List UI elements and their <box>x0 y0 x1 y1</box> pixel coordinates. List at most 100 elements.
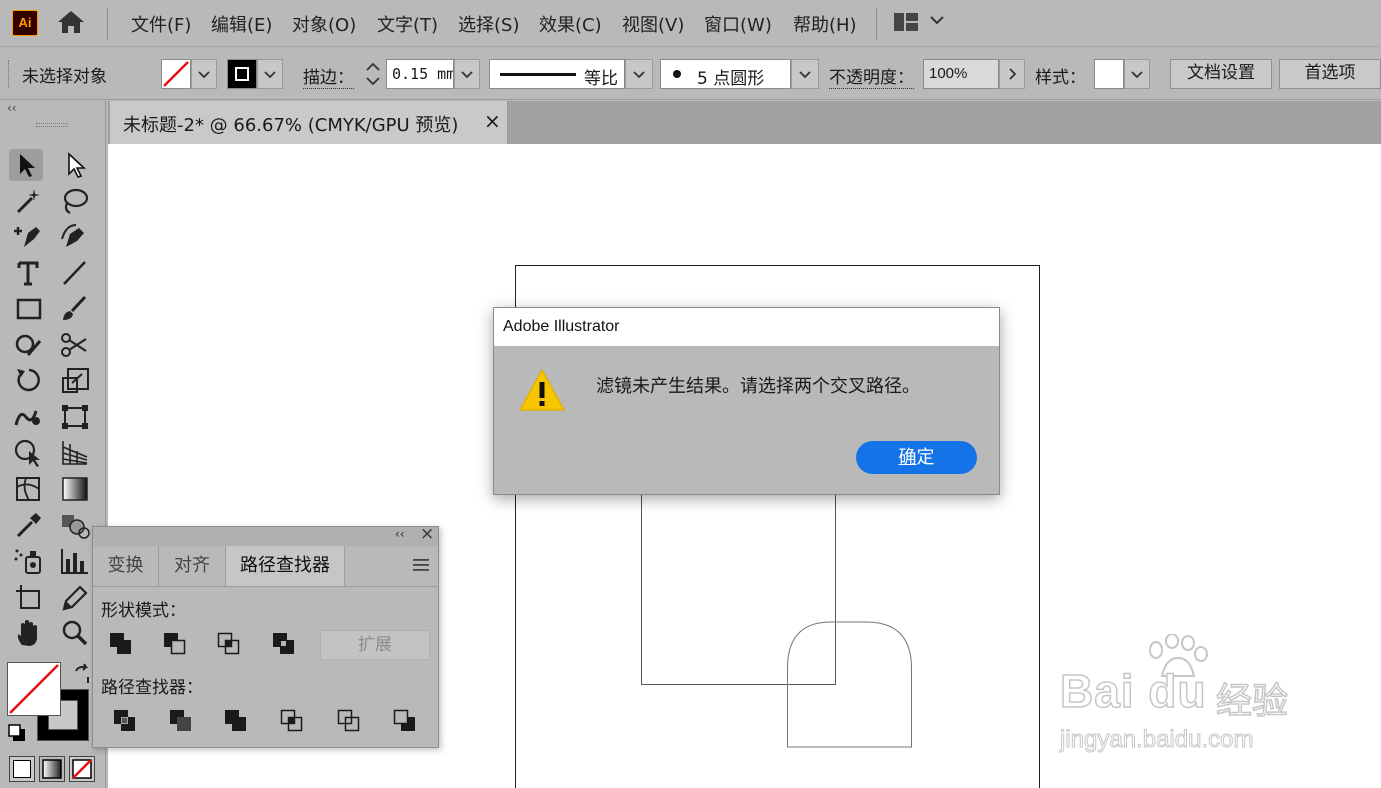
rectangle-tool-icon[interactable] <box>12 293 46 325</box>
document-tab[interactable]: 未标题-2* @ 66.67% (CMYK/GPU 预览) × <box>110 101 508 144</box>
panel-grip[interactable] <box>36 123 68 127</box>
close-icon[interactable]: × <box>484 109 501 133</box>
preferences-button[interactable]: 首选项 <box>1279 59 1381 89</box>
paintbrush-tool-icon[interactable] <box>58 293 92 325</box>
stroke-dropdown[interactable] <box>257 59 283 89</box>
collapse-icon[interactable]: ‹‹ <box>395 527 405 541</box>
opacity-label[interactable]: 不透明度： <box>829 63 914 89</box>
menu-effect[interactable]: 效果(C) <box>539 11 602 37</box>
menu-file[interactable]: 文件(F) <box>131 11 191 37</box>
menu-object[interactable]: 对象(O) <box>292 11 356 37</box>
panel-menu-icon[interactable] <box>412 557 430 573</box>
close-icon[interactable]: × <box>420 524 434 544</box>
menu-select[interactable]: 选择(S) <box>458 11 519 37</box>
gradient-tool-icon[interactable] <box>58 473 92 505</box>
fill-dropdown[interactable] <box>191 59 217 89</box>
warp-tool-icon[interactable] <box>12 401 46 433</box>
menu-edit[interactable]: 编辑(E) <box>211 11 272 37</box>
perspective-grid-tool-icon[interactable] <box>58 437 92 469</box>
document-setup-button[interactable]: 文档设置 <box>1170 59 1272 89</box>
menu-type[interactable]: 文字(T) <box>377 11 438 37</box>
document-tab-title: 未标题-2* @ 66.67% (CMYK/GPU 预览) <box>123 115 459 136</box>
home-icon[interactable] <box>56 9 86 35</box>
bar-grip[interactable] <box>8 60 10 88</box>
style-dropdown[interactable] <box>1124 59 1150 89</box>
type-tool-icon[interactable] <box>12 257 46 289</box>
curvature-tool-icon[interactable] <box>58 221 92 253</box>
pathfinder-panel: ‹‹ × 变换 对齐 路径查找器 形状模式： 扩展 路径查找器： <box>92 524 439 748</box>
scissors-tool-icon[interactable] <box>58 329 92 361</box>
divide-icon[interactable] <box>112 708 138 734</box>
intersect-icon[interactable] <box>216 631 242 657</box>
tab-align[interactable]: 对齐 <box>159 546 226 586</box>
shape-builder-tool-icon[interactable] <box>12 437 46 469</box>
color-mode-button[interactable] <box>9 756 35 782</box>
eyedropper-tool-icon[interactable] <box>12 509 46 541</box>
workspace-layout-icon[interactable] <box>893 12 919 32</box>
mesh-tool-icon[interactable] <box>12 473 46 505</box>
brush-definition[interactable]: 5 点圆形 <box>660 59 791 89</box>
variable-width-profile[interactable]: 等比 <box>489 59 625 89</box>
menu-window[interactable]: 窗口(W) <box>704 11 772 37</box>
profile-dropdown[interactable] <box>625 59 653 89</box>
chevron-right-icon[interactable] <box>999 59 1025 89</box>
ok-button[interactable]: 确定 <box>856 441 977 474</box>
artboard-tool-icon[interactable] <box>12 581 46 613</box>
exclude-icon[interactable] <box>271 631 297 657</box>
crop-icon[interactable] <box>279 708 305 734</box>
free-transform-tool-icon[interactable] <box>58 401 92 433</box>
warning-icon <box>518 368 566 412</box>
watermark-brand: Bai du <box>1059 664 1207 718</box>
rotate-tool-icon[interactable] <box>12 365 46 397</box>
minus-back-icon[interactable] <box>392 708 418 734</box>
ok-button-mnemonic: 确 <box>898 447 917 468</box>
watermark-brand-suffix: 经验 <box>1215 680 1289 723</box>
stroke-swatch[interactable] <box>227 59 257 89</box>
scale-tool-icon[interactable] <box>58 365 92 397</box>
chevron-down-icon[interactable] <box>930 15 944 25</box>
pencil-tool-icon[interactable] <box>58 581 92 613</box>
gradient-mode-button[interactable] <box>39 756 65 782</box>
unite-icon[interactable] <box>108 631 134 657</box>
minus-front-icon[interactable] <box>162 631 188 657</box>
fill-color-indicator[interactable] <box>7 662 61 716</box>
menu-divider <box>876 8 877 40</box>
lasso-tool-icon[interactable] <box>58 185 92 217</box>
shaper-tool-icon[interactable] <box>12 329 46 361</box>
expand-button[interactable]: 扩展 <box>320 630 430 660</box>
ok-button-label: 定 <box>916 447 935 468</box>
default-fill-stroke-icon[interactable] <box>7 723 27 743</box>
symbol-sprayer-tool-icon[interactable] <box>12 545 46 577</box>
hand-tool-icon[interactable] <box>12 617 46 649</box>
magic-wand-tool-icon[interactable] <box>12 185 46 217</box>
stroke-label[interactable]: 描边： <box>303 63 354 89</box>
panel-title-bar[interactable]: ‹‹ × <box>93 524 438 546</box>
opacity-field[interactable]: 100% <box>923 59 999 89</box>
tab-pathfinder[interactable]: 路径查找器 <box>226 546 345 586</box>
collapse-icon[interactable]: ‹‹ <box>7 101 17 115</box>
stroke-weight-field[interactable]: 0.15 mm <box>386 59 454 89</box>
column-graph-tool-icon[interactable] <box>58 545 92 577</box>
graphic-style-swatch[interactable] <box>1094 59 1124 89</box>
merge-icon[interactable] <box>223 708 249 734</box>
selection-tool-icon[interactable] <box>9 149 43 181</box>
control-bar: 未选择对象 描边： 0.15 mm 等比 5 点圆形 不透明度： 100% 样式… <box>0 48 1381 100</box>
pen-tool-icon[interactable] <box>12 221 46 253</box>
stroke-weight-stepper[interactable] <box>362 59 384 89</box>
menu-view[interactable]: 视图(V) <box>622 11 684 37</box>
none-mode-button[interactable] <box>69 756 95 782</box>
zoom-tool-icon[interactable] <box>58 617 92 649</box>
brush-dropdown[interactable] <box>791 59 819 89</box>
stroke-weight-dropdown[interactable] <box>454 59 480 89</box>
line-segment-tool-icon[interactable] <box>58 257 92 289</box>
blend-tool-icon[interactable] <box>58 509 92 541</box>
tab-transform[interactable]: 变换 <box>93 546 159 586</box>
direct-selection-tool-icon[interactable] <box>58 149 92 181</box>
menu-help[interactable]: 帮助(H) <box>793 11 857 37</box>
fill-swatch[interactable] <box>161 59 191 89</box>
swap-fill-stroke-icon[interactable] <box>72 663 94 685</box>
outline-icon[interactable] <box>336 708 362 734</box>
pathfinders-label: 路径查找器： <box>101 678 203 698</box>
app-logo[interactable]: Ai <box>12 10 38 36</box>
trim-icon[interactable] <box>168 708 194 734</box>
